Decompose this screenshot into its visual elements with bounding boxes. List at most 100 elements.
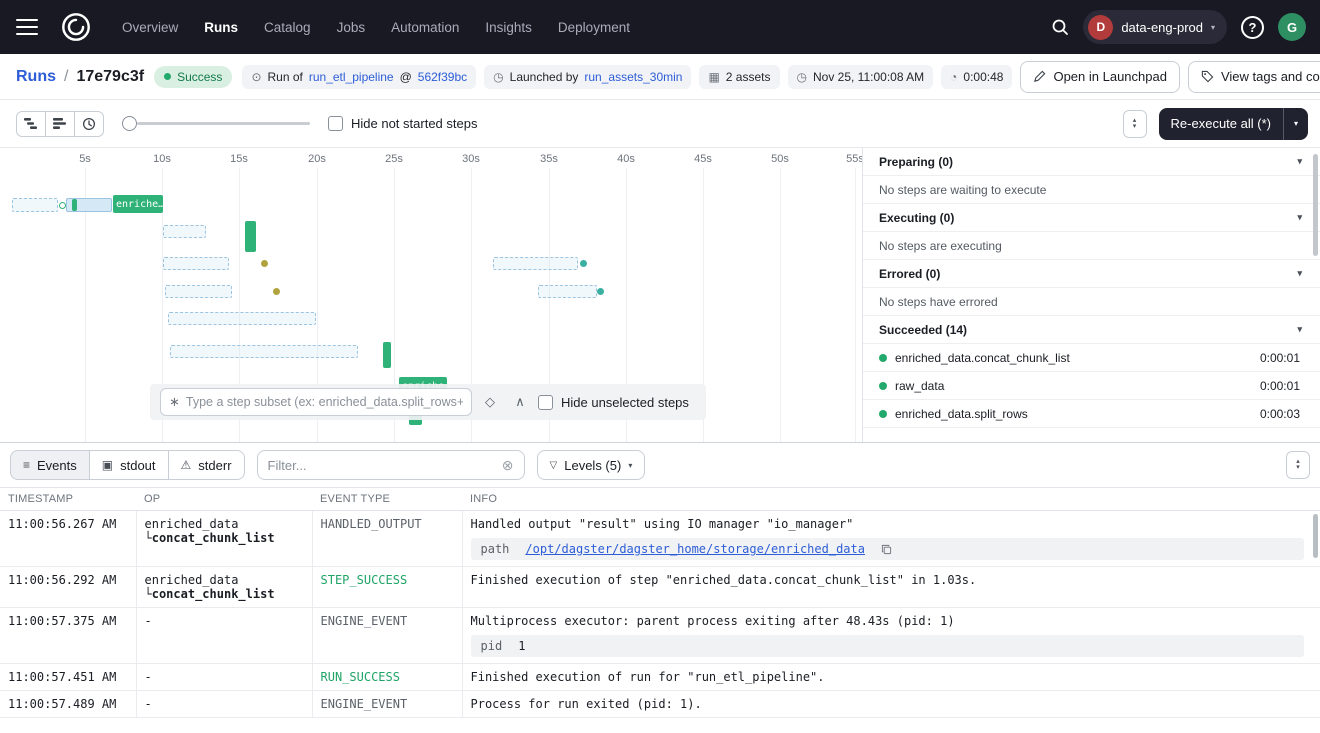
chevron-down-icon: ▾ xyxy=(628,461,632,470)
status-section-header[interactable]: Preparing (0)▾ xyxy=(863,148,1320,176)
events-stepper[interactable]: ▴▾ xyxy=(1286,451,1310,479)
zoom-slider-track[interactable] xyxy=(137,122,310,125)
open-in-launchpad-button[interactable]: Open in Launchpad xyxy=(1020,61,1179,93)
event-type-cell: RUN_SUCCESS xyxy=(312,664,462,691)
gantt-flat-view-button[interactable] xyxy=(45,111,75,137)
gantt-step-bar-notstarted[interactable] xyxy=(163,225,206,238)
gantt-step-bar-success[interactable] xyxy=(383,342,391,368)
status-section-header[interactable]: Executing (0)▾ xyxy=(863,204,1320,232)
levels-dropdown[interactable]: ▽ Levels (5) ▾ xyxy=(537,450,646,480)
gantt-step-bar-notstarted[interactable] xyxy=(538,285,597,298)
gantt-step-bar-notstarted[interactable] xyxy=(493,257,578,270)
nav-right: D data-eng-prod ▾ ? G xyxy=(1051,10,1306,44)
gantt-step-bar-notstarted[interactable] xyxy=(163,257,229,270)
copy-icon[interactable] xyxy=(881,544,892,555)
status-section-header[interactable]: Errored (0)▾ xyxy=(863,260,1320,288)
status-step-row[interactable]: enriched_data.concat_chunk_list0:00:01 xyxy=(863,344,1320,372)
op-step-name: concat_chunk_list xyxy=(152,587,275,601)
breadcrumb-runs-link[interactable]: Runs xyxy=(16,68,56,86)
user-avatar[interactable]: G xyxy=(1278,13,1306,41)
chevron-down-icon: ▾ xyxy=(1297,324,1302,335)
gantt-step-bar-notstarted[interactable] xyxy=(170,345,358,358)
zoom-slider-knob[interactable] xyxy=(122,116,137,131)
run-header: Runs / 17e79c3f Success ⊙Run of run_etl_… xyxy=(0,54,1320,100)
zoom-slider[interactable] xyxy=(122,116,310,131)
tag-part[interactable]: run_assets_30min xyxy=(584,70,682,84)
expand-collapse-stepper[interactable]: ▴▾ xyxy=(1123,110,1147,138)
gantt-step-bar-success[interactable] xyxy=(72,199,77,211)
gantt-step-bar-notstarted[interactable] xyxy=(168,312,316,325)
dagster-logo-icon[interactable] xyxy=(60,11,92,43)
gantt-event-marker[interactable] xyxy=(273,288,280,295)
column-header: INFO xyxy=(462,488,1320,511)
hide-not-started-checkbox[interactable] xyxy=(328,116,343,131)
help-icon[interactable]: ? xyxy=(1241,16,1264,39)
event-info-text: Finished execution of run for "run_etl_p… xyxy=(471,670,1313,684)
event-metadata-box: pid1 xyxy=(471,635,1305,657)
gantt-step-bar-success[interactable]: enriche… xyxy=(113,195,163,213)
graph-query-icon[interactable]: ◇ xyxy=(478,390,502,414)
status-step-row[interactable]: raw_data0:00:01 xyxy=(863,372,1320,400)
status-section-header[interactable]: Succeeded (14) ▾ xyxy=(863,316,1320,344)
gantt-waterfall-view-button[interactable] xyxy=(16,111,46,137)
clear-filter-icon[interactable]: ⊗ xyxy=(502,457,514,474)
header-actions: Open in Launchpad View tags and config ▾ xyxy=(1020,61,1320,93)
hamburger-menu-icon[interactable] xyxy=(14,17,40,37)
tab-stderr[interactable]: ⚠stderr xyxy=(168,450,245,480)
view-tags-config-button[interactable]: View tags and config xyxy=(1188,61,1320,93)
pencil-icon xyxy=(1033,70,1046,83)
nav-item-automation[interactable]: Automation xyxy=(391,20,459,35)
workspace-switcher[interactable]: D data-eng-prod ▾ xyxy=(1083,10,1227,44)
nav-item-jobs[interactable]: Jobs xyxy=(337,20,366,35)
nav-item-overview[interactable]: Overview xyxy=(122,20,178,35)
gantt-event-marker[interactable] xyxy=(580,260,587,267)
event-info-text: Finished execution of step "enriched_dat… xyxy=(471,573,1313,587)
gantt-event-marker[interactable] xyxy=(59,202,66,209)
nav-item-catalog[interactable]: Catalog xyxy=(264,20,311,35)
tab-events[interactable]: ≡Events xyxy=(10,450,90,480)
nav-item-runs[interactable]: Runs xyxy=(204,20,238,35)
breadcrumb-separator: / xyxy=(64,68,68,86)
gantt-event-marker[interactable] xyxy=(261,260,268,267)
timeline-clock-view-button[interactable] xyxy=(74,111,104,137)
event-info-cell: Finished execution of step "enriched_dat… xyxy=(462,567,1320,608)
events-table-header: TIMESTAMPOPEVENT TYPEINFO xyxy=(0,488,1320,511)
op-parent: enriched_data xyxy=(145,573,304,587)
reexecute-all-button[interactable]: Re-execute all (*) ▾ xyxy=(1159,108,1308,140)
tag-part: Run of xyxy=(268,70,303,84)
event-info-cell: Finished execution of run for "run_etl_p… xyxy=(462,664,1320,691)
status-section-title: Errored (0) xyxy=(879,267,940,281)
gantt-step-bar-notstarted[interactable] xyxy=(165,285,232,298)
nav-item-deployment[interactable]: Deployment xyxy=(558,20,630,35)
gantt-step-bar-success[interactable] xyxy=(245,221,256,252)
gantt-tick-label: 40s xyxy=(617,153,635,165)
events-filter-input[interactable] xyxy=(268,458,494,473)
dagster-run-page: Overview Runs Catalog Jobs Automation Insight… xyxy=(0,0,1320,733)
timer-icon: ◔ xyxy=(950,70,957,84)
nav-item-insights[interactable]: Insights xyxy=(485,20,532,35)
run-icon: ⊙ xyxy=(251,70,261,84)
status-section-empty: No steps are executing xyxy=(863,232,1320,260)
open-in-launchpad-label: Open in Launchpad xyxy=(1053,69,1166,84)
gantt-step-bar-notstarted[interactable] xyxy=(12,198,58,212)
step-name: enriched_data.split_rows xyxy=(895,407,1252,421)
elbow-icon: └ xyxy=(145,531,152,545)
events-scrollbar[interactable] xyxy=(1313,514,1318,558)
run-tags: ⊙Run of run_etl_pipeline @ 562f39bc◷Laun… xyxy=(242,65,1012,89)
metadata-value[interactable]: /opt/dagster/dagster_home/storage/enrich… xyxy=(525,542,865,556)
list-icon: ≡ xyxy=(23,458,30,472)
step-subset-input[interactable] xyxy=(186,395,463,409)
status-panel-scrollbar[interactable] xyxy=(1313,154,1318,256)
status-section-title: Succeeded (14) xyxy=(879,323,967,337)
hide-unselected-checkbox[interactable] xyxy=(538,395,553,410)
chevron-down-icon[interactable]: ▾ xyxy=(1284,119,1308,128)
status-step-row[interactable]: enriched_data.split_rows0:00:03 xyxy=(863,400,1320,428)
tab-stdout[interactable]: ▣stdout xyxy=(89,450,169,480)
tag-part[interactable]: 562f39bc xyxy=(418,70,467,84)
search-icon[interactable] xyxy=(1051,18,1069,36)
event-row: 11:00:57.489 AM-ENGINE_EVENTProcess for … xyxy=(0,691,1320,718)
collapse-filter-icon[interactable]: ∧ xyxy=(508,390,532,414)
gantt-event-marker[interactable] xyxy=(597,288,604,295)
gantt-canvas[interactable]: 5s10s15s20s25s30s35s40s45s50s55senriche…… xyxy=(0,148,862,442)
tag-part[interactable]: run_etl_pipeline xyxy=(309,70,394,84)
